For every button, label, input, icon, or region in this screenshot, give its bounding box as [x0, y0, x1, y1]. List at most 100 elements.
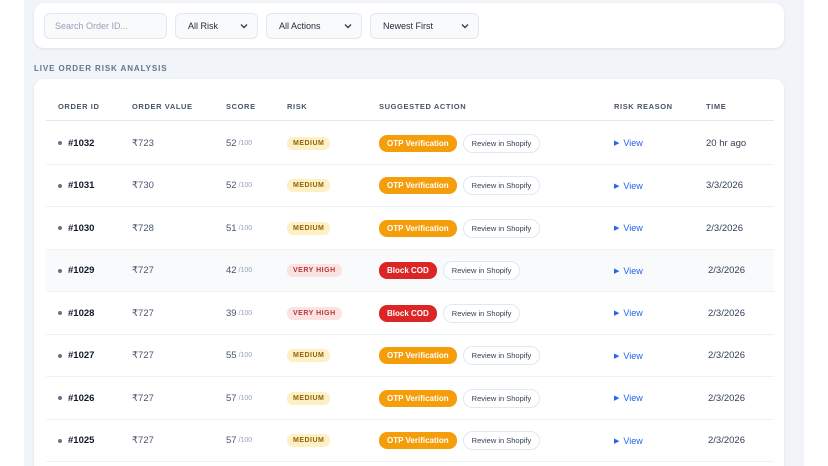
order-id[interactable]: #1032 [68, 138, 94, 149]
header-order-value: ORDER VALUE [132, 102, 193, 111]
status-dot-icon [58, 226, 62, 230]
play-icon: ▶ [614, 225, 620, 232]
order-id-cell: #1027 [58, 335, 94, 377]
review-in-shopify-button[interactable]: Review in Shopify [462, 431, 541, 450]
view-label: View [623, 308, 643, 318]
risk-cell: MEDIUM [287, 207, 331, 249]
score-value: 52 [226, 137, 237, 149]
header-risk: RISK [287, 102, 308, 111]
risk-reason-cell: ▶ View [614, 250, 643, 292]
header-divider [46, 120, 774, 121]
action-cell: OTP Verification Review in Shopify [379, 335, 541, 377]
order-id[interactable]: #1031 [68, 180, 94, 191]
score-max: /100 [238, 267, 253, 274]
risk-badge: MEDIUM [287, 136, 331, 150]
score-value: 57 [226, 435, 237, 446]
suggested-action-button[interactable]: Block COD [379, 262, 437, 279]
view-reason-link[interactable]: ▶ View [614, 308, 643, 318]
order-value: ₹727 [132, 350, 154, 361]
score-value: 51 [226, 222, 237, 234]
sort-select[interactable]: Newest First [370, 13, 479, 39]
view-reason-link[interactable]: ▶ View [614, 223, 643, 233]
filter-bar: All Risk All Actions Newest First [34, 3, 784, 48]
dashboard-panel: All Risk All Actions Newest First LIVE O… [24, 0, 804, 466]
table-row[interactable]: #1025 ₹727 57/100 MEDIUM OTP Verificatio… [46, 420, 774, 462]
status-dot-icon [58, 311, 62, 315]
review-in-shopify-button[interactable]: Review in Shopify [442, 261, 521, 280]
review-in-shopify-button[interactable]: Review in Shopify [462, 133, 541, 153]
table-row[interactable]: #1026 ₹727 57/100 MEDIUM OTP Verificatio… [46, 377, 774, 420]
actions-filter-select[interactable]: All Actions [266, 13, 362, 39]
order-value: ₹727 [132, 307, 154, 319]
score-max: /100 [238, 309, 253, 317]
view-reason-link[interactable]: ▶ View [614, 181, 643, 191]
order-value: ₹727 [132, 435, 154, 446]
play-icon: ▶ [614, 182, 620, 190]
view-reason-link[interactable]: ▶ View [614, 138, 643, 148]
view-label: View [623, 435, 643, 446]
table-row[interactable]: #1030 ₹728 51/100 MEDIUM OTP Verificatio… [46, 207, 774, 250]
score-value: 52 [226, 180, 237, 191]
order-id[interactable]: #1029 [68, 265, 94, 276]
review-in-shopify-button[interactable]: Review in Shopify [462, 218, 541, 238]
review-in-shopify-button[interactable]: Review in Shopify [462, 388, 541, 408]
order-id-cell: #1025 [58, 420, 94, 462]
risk-cell: MEDIUM [287, 122, 331, 164]
review-in-shopify-button[interactable]: Review in Shopify [462, 176, 541, 195]
actions-filter-value: All Actions [279, 21, 321, 31]
status-dot-icon [58, 353, 62, 358]
risk-filter-value: All Risk [188, 21, 219, 31]
table-row[interactable]: #1028 ₹727 39/100 VERY HIGH Block COD Re… [46, 292, 774, 335]
chevron-down-icon [240, 24, 248, 29]
suggested-action-button[interactable]: OTP Verification [379, 347, 457, 364]
order-id[interactable]: #1028 [68, 308, 94, 319]
order-value: ₹728 [132, 222, 154, 234]
suggested-action-button[interactable]: OTP Verification [379, 134, 457, 152]
suggested-action-button[interactable]: OTP Verification [379, 177, 457, 194]
order-id[interactable]: #1025 [68, 435, 94, 446]
score-cell: 52/100 [226, 122, 252, 164]
review-in-shopify-button[interactable]: Review in Shopify [462, 346, 541, 365]
view-label: View [623, 393, 643, 403]
order-value: ₹730 [132, 180, 154, 191]
table-row[interactable]: #1032 ₹723 52/100 MEDIUM OTP Verificatio… [46, 122, 774, 165]
suggested-action-button[interactable]: OTP Verification [379, 219, 457, 237]
risk-badge: MEDIUM [287, 434, 331, 447]
score-cell: 51/100 [226, 207, 252, 249]
time-cell: 2/3/2026 [708, 350, 745, 361]
view-label: View [623, 265, 643, 276]
header-order-id: ORDER ID [58, 102, 100, 111]
view-reason-link[interactable]: ▶ View [614, 393, 643, 403]
action-cell: OTP Verification Review in Shopify [379, 165, 541, 207]
suggested-action-button[interactable]: OTP Verification [379, 432, 457, 449]
time-cell: 2/3/2026 [706, 222, 743, 234]
order-id[interactable]: #1026 [68, 393, 94, 404]
order-id[interactable]: #1027 [68, 350, 94, 361]
score-cell: 57/100 [226, 377, 252, 419]
search-input[interactable] [44, 13, 167, 39]
score-cell: 42/100 [226, 250, 252, 292]
status-dot-icon [58, 396, 62, 400]
suggested-action-button[interactable]: OTP Verification [379, 389, 457, 407]
view-label: View [623, 350, 643, 361]
action-cell: Block COD Review in Shopify [379, 292, 521, 334]
table-row[interactable]: #1031 ₹730 52/100 MEDIUM OTP Verificatio… [46, 165, 774, 207]
time-cell: 2/3/2026 [708, 307, 745, 319]
review-in-shopify-button[interactable]: Review in Shopify [442, 303, 521, 323]
risk-filter-select[interactable]: All Risk [175, 13, 258, 39]
order-value: ₹727 [132, 265, 154, 276]
table-row[interactable]: #1029 ₹727 42/100 VERY HIGH Block COD Re… [46, 249, 774, 292]
action-cell: OTP Verification Review in Shopify [379, 377, 541, 419]
view-reason-link[interactable]: ▶ View [614, 436, 643, 446]
order-id[interactable]: #1030 [68, 223, 94, 234]
view-reason-link[interactable]: ▶ View [614, 266, 643, 276]
risk-badge: MEDIUM [287, 349, 331, 362]
header-risk-reason: RISK REASON [614, 102, 673, 111]
suggested-action-button[interactable]: Block COD [379, 304, 437, 322]
view-label: View [623, 223, 643, 233]
risk-reason-cell: ▶ View [614, 377, 643, 419]
risk-badge: VERY HIGH [287, 306, 342, 320]
status-dot-icon [58, 438, 62, 443]
view-reason-link[interactable]: ▶ View [614, 351, 643, 361]
table-row[interactable]: #1027 ₹727 55/100 MEDIUM OTP Verificatio… [46, 335, 774, 377]
